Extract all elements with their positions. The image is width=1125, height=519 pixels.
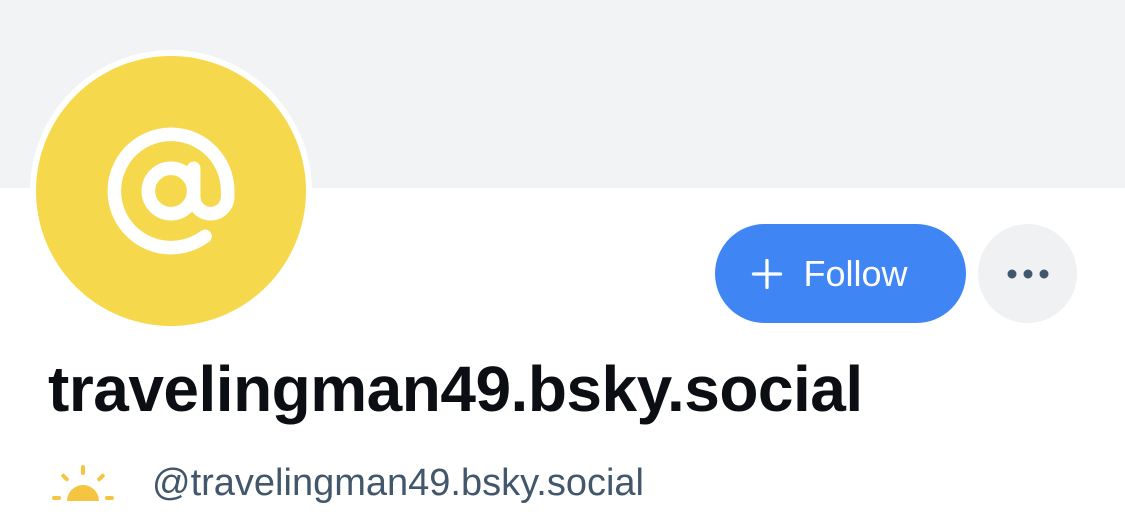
more-options-icon (1007, 269, 1048, 278)
sunrise-icon (52, 465, 114, 501)
handle-row: @travelingman49.bsky.social (50, 455, 644, 511)
follow-button[interactable]: Follow (715, 224, 966, 323)
more-options-button[interactable] (978, 224, 1077, 323)
avatar[interactable] (30, 50, 312, 332)
plus-icon (752, 258, 783, 289)
follow-button-label: Follow (803, 252, 908, 294)
profile-handle: @travelingman49.bsky.social (152, 461, 644, 504)
profile-header: Follow travelingman49.bsky.social @trave… (0, 0, 1125, 519)
avatar-circle (36, 56, 306, 326)
display-name: travelingman49.bsky.social (48, 353, 863, 425)
at-sign-icon (107, 127, 235, 255)
